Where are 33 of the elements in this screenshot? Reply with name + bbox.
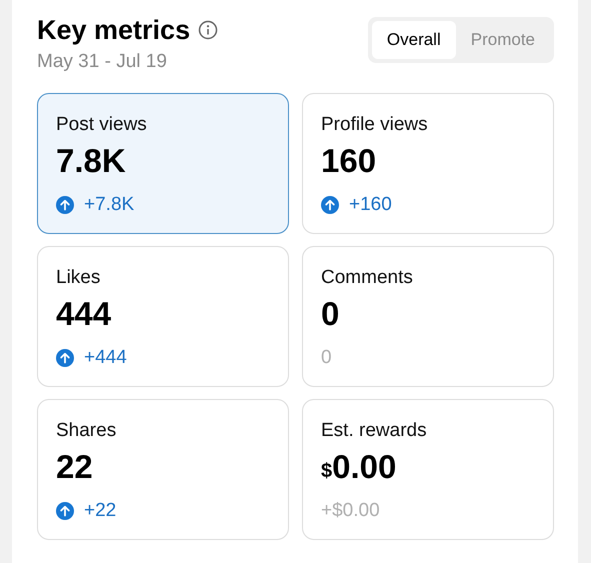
metric-label: Est. rewards (321, 419, 428, 443)
metric-label: Comments (321, 266, 414, 290)
arrow-up-circle-icon (56, 502, 74, 520)
metric-label: Profile views (321, 113, 429, 137)
metric-card[interactable]: Likes 444 +444 (37, 246, 289, 387)
metric-value: 22 (56, 447, 93, 487)
metric-value: 0 (321, 294, 340, 334)
metric-label: Likes (56, 266, 102, 290)
info-icon[interactable] (198, 20, 218, 40)
metric-card[interactable]: Comments 0 0 (302, 246, 554, 387)
date-range: May 31 - Jul 19 (37, 50, 168, 74)
metric-label: Shares (56, 419, 118, 443)
metric-change: +7.8K (84, 193, 134, 217)
metric-card[interactable]: Shares 22 +22 (37, 399, 289, 540)
metric-change: +444 (84, 346, 127, 370)
metric-label: Post views (56, 113, 148, 137)
metric-value: 160 (321, 141, 376, 181)
metric-value: 444 (56, 294, 112, 334)
tab[interactable]: Overall (372, 21, 456, 59)
metric-change: 0 (321, 346, 332, 370)
metric-change: +$0.00 (321, 499, 380, 523)
metric-value: 7.8K (56, 141, 126, 181)
metric-card[interactable]: Post views 7.8K +7.8K (37, 93, 289, 234)
arrow-up-circle-icon (56, 196, 74, 214)
metric-change: +160 (349, 193, 392, 217)
arrow-up-circle-icon (321, 196, 339, 214)
section-title: Key metrics (37, 14, 190, 47)
arrow-up-circle-icon (56, 349, 74, 367)
metric-change: +22 (84, 499, 116, 523)
metric-card[interactable]: Est. rewards $0.00 +$0.00 (302, 399, 554, 540)
currency-symbol: $ (321, 459, 332, 484)
metric-value: 0.00 (332, 447, 396, 487)
metric-card[interactable]: Profile views 160 +160 (302, 93, 554, 234)
